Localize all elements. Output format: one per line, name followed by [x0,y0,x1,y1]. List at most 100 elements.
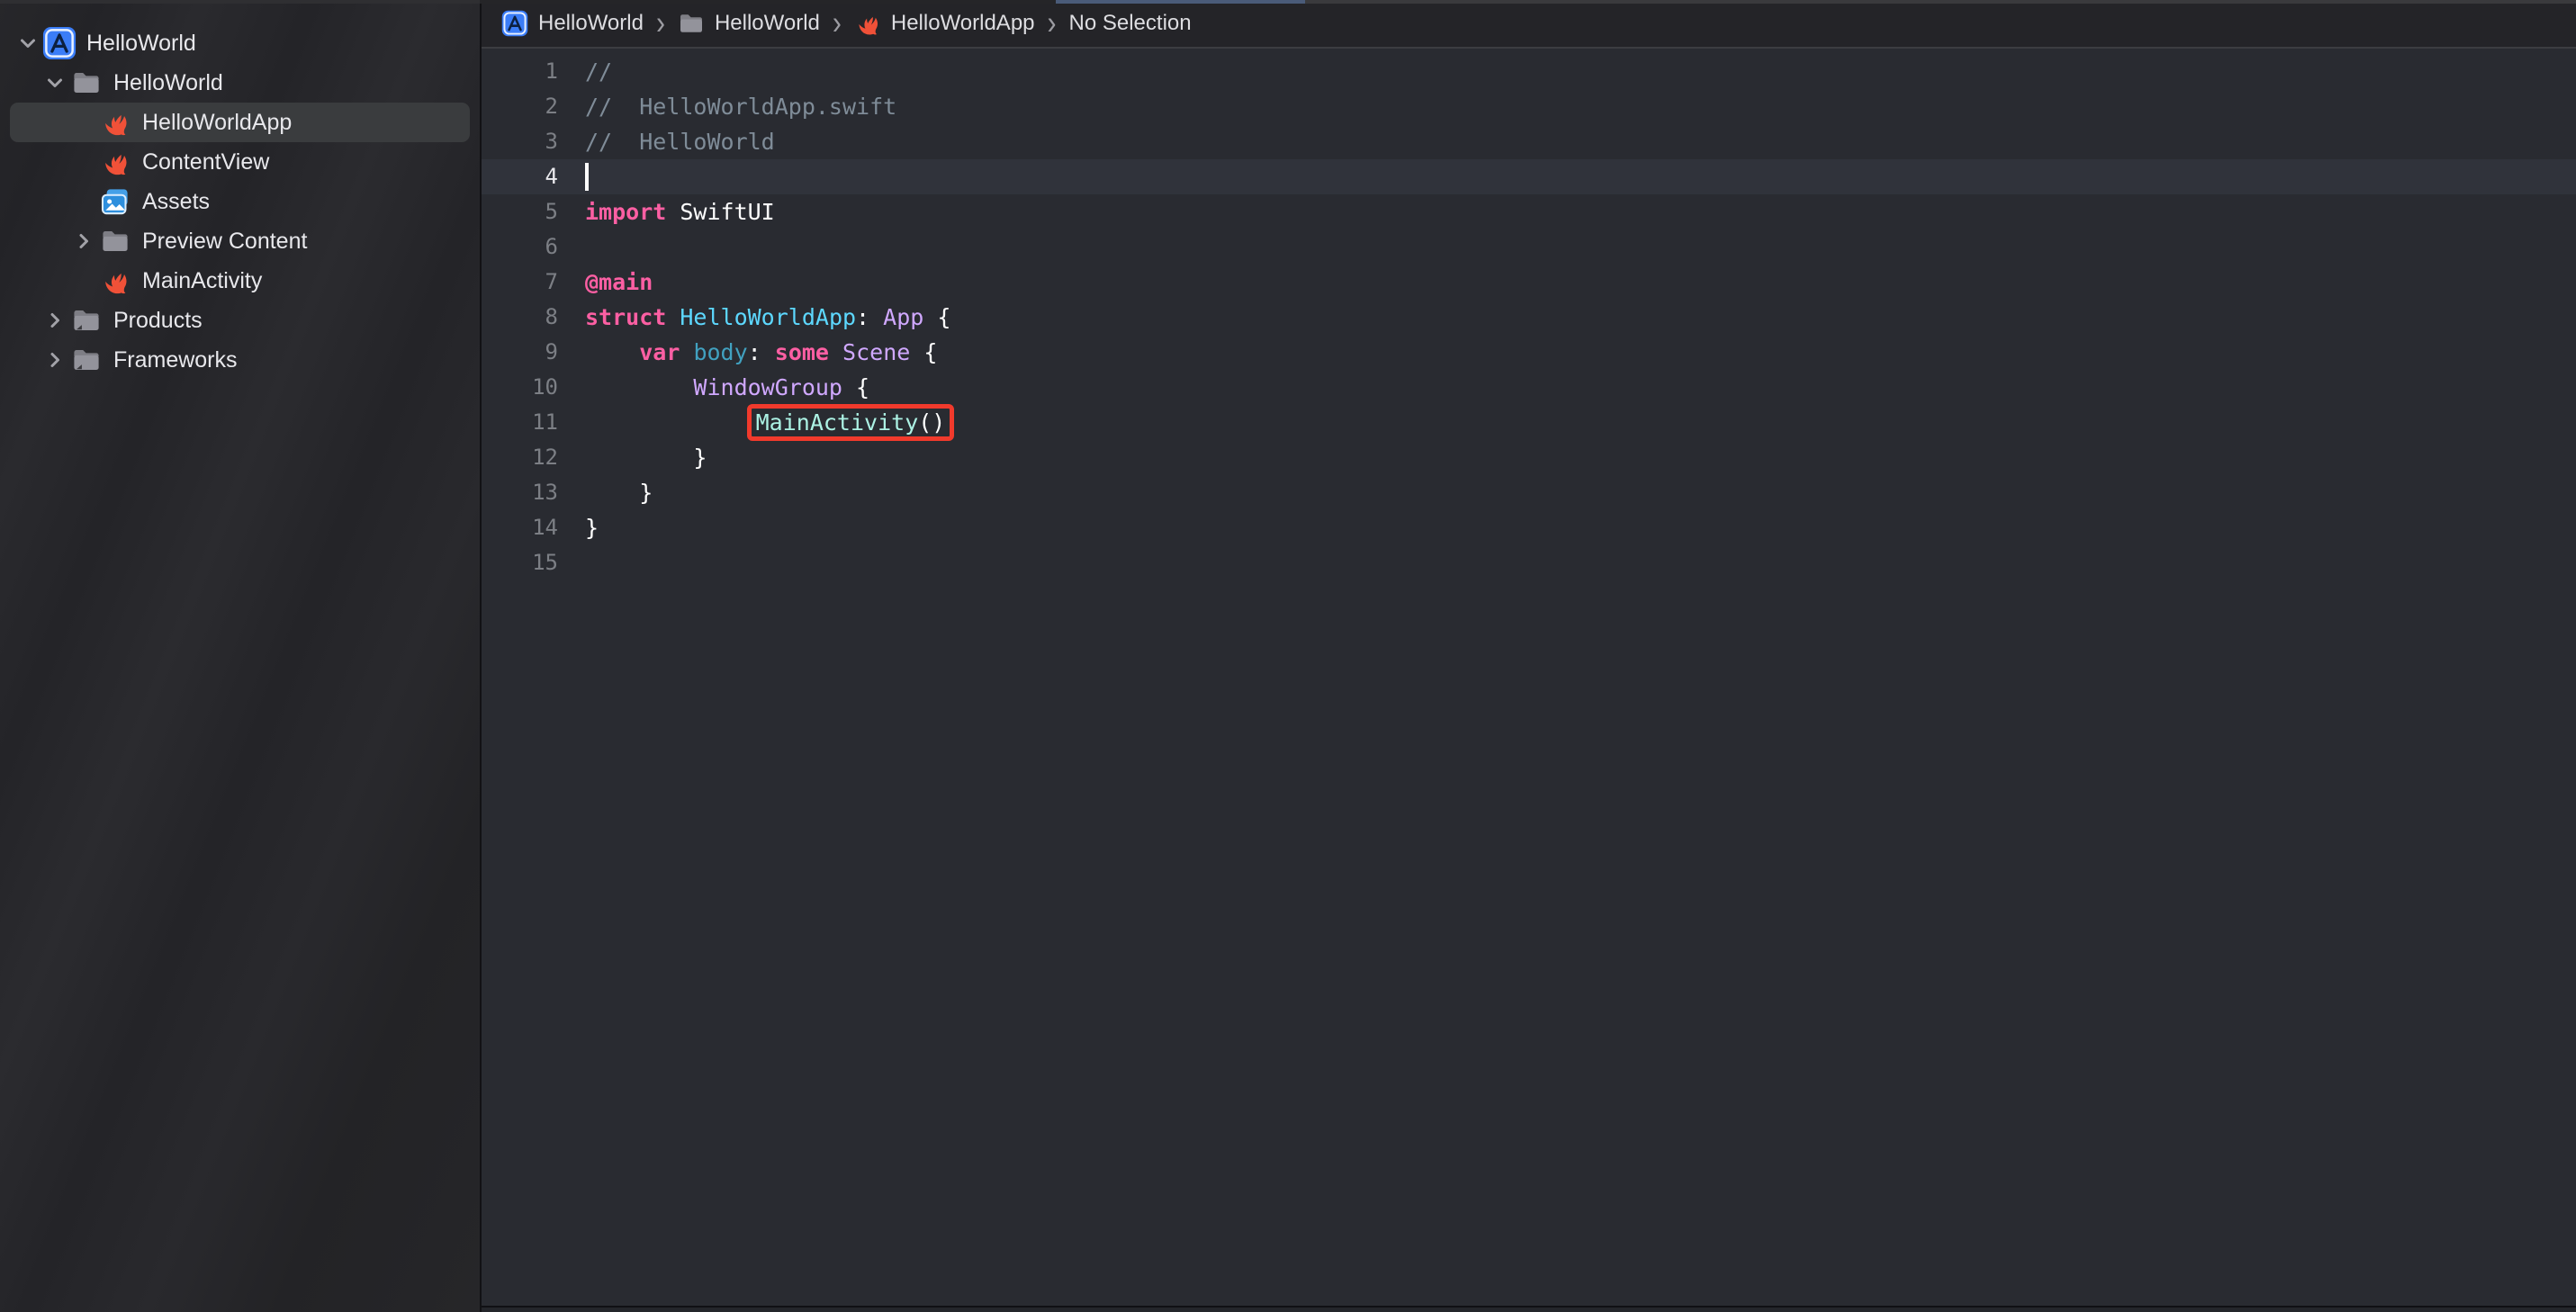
sidebar-item-preview-content[interactable]: Preview Content [10,221,470,261]
sidebar-item-label: Assets [142,189,210,215]
code-content: WindowGroup { [585,370,869,405]
line-number: 15 [482,545,558,580]
token-sdk_type: WindowGroup [693,374,842,400]
sidebar-item-label: ContentView [142,149,269,175]
code-content: } [585,475,653,510]
folder-badge-icon [68,345,104,375]
code-line-11[interactable]: 11 MainActivity() [482,405,2576,440]
chevron-right-icon[interactable] [41,310,68,331]
sidebar-item-assets[interactable]: Assets [10,182,470,221]
token-plain: () [918,409,945,436]
token-comment: // HelloWorldApp.swift [585,94,896,120]
token-plain: { [842,374,869,400]
source-editor[interactable]: 1//2 // HelloWorldApp.swift 3// HelloWorld… [482,49,2576,1312]
project-navigator: HelloWorld HelloWorld HelloWorldApp Cont… [0,0,480,1312]
code-content: import SwiftUI [585,194,775,229]
token-sdk_type: Scene [842,339,910,365]
line-number: 8 [482,300,558,335]
code-line-7[interactable]: 7@main [482,265,2576,300]
token-plain: : [856,304,883,330]
text-cursor [585,163,589,191]
line-number: 6 [482,229,558,265]
code-line-5[interactable]: 5import SwiftUI [482,194,2576,229]
token-sdk_type: App [883,304,923,330]
token-plain [585,374,693,400]
folder-icon [97,226,133,256]
highlight-box: MainActivity() [747,404,955,441]
sidebar-item-products[interactable]: Products [10,301,470,340]
code-content: var body: some Scene { [585,335,937,370]
breadcrumb-separator: › [656,4,665,43]
code-content: } [585,510,599,545]
token-keyword: import [585,199,666,225]
sidebar-item-helloworld[interactable]: HelloWorld [10,63,470,103]
code-content: } [585,440,707,475]
line-number: 1 [482,54,558,89]
token-keyword: @main [585,269,653,295]
line-number: 12 [482,440,558,475]
sidebar-item-label: HelloWorldApp [142,110,292,136]
line-number: 2 [482,89,558,124]
line-number: 13 [482,475,558,510]
sidebar-item-helloworldapp[interactable]: HelloWorldApp [10,103,470,142]
swift-icon [97,147,133,177]
code-line-15[interactable]: 15 [482,545,2576,580]
folder-icon [68,67,104,98]
token-plain: } [585,445,707,471]
code-line-12[interactable]: 12 } [482,440,2576,475]
chevron-right-icon[interactable] [41,349,68,371]
token-plain [829,339,842,365]
top-edge-segment-sidebar-edge [0,0,480,4]
code-line-2[interactable]: 2 // HelloWorldApp.swift [482,89,2576,124]
code-line-6[interactable]: 6 [482,229,2576,265]
code-content: // HelloWorld [585,124,775,159]
token-member_decl: body [693,339,747,365]
code-line-1[interactable]: 1// [482,54,2576,89]
breadcrumb-label: HelloWorld [538,11,644,36]
breadcrumb-item-helloworld[interactable]: HelloWorld [501,10,644,37]
token-plain: SwiftUI [666,199,774,225]
chevron-down-icon[interactable] [41,72,68,94]
line-number: 9 [482,335,558,370]
token-keyword: some [775,339,829,365]
token-plain: } [585,480,653,506]
code-line-13[interactable]: 13 } [482,475,2576,510]
code-line-9[interactable]: 9 var body: some Scene { [482,335,2576,370]
chevron-down-icon[interactable] [14,32,41,54]
top-edge-segment-bar-edge-right [1305,0,2576,4]
code-line-3[interactable]: 3// HelloWorld [482,124,2576,159]
sidebar-item-label: Preview Content [142,229,307,255]
sidebar-item-helloworld[interactable]: HelloWorld [10,23,470,63]
sidebar-item-frameworks[interactable]: Frameworks [10,340,470,380]
line-number: 4 [482,159,558,194]
editor-bottom-edge [482,1306,2576,1312]
sidebar-item-mainactivity[interactable]: MainActivity [10,261,470,301]
breadcrumb-item-no-selection[interactable]: No Selection [1069,11,1192,36]
token-plain: { [910,339,937,365]
sidebar-item-label: Frameworks [113,347,238,373]
breadcrumb-item-helloworldapp[interactable]: HelloWorldApp [854,10,1035,37]
code-content: MainActivity() [585,405,954,440]
code-line-10[interactable]: 10 WindowGroup { [482,370,2576,405]
line-number: 10 [482,370,558,405]
breadcrumb-label: HelloWorld [715,11,820,36]
line-number: 14 [482,510,558,545]
token-plain [585,409,748,436]
sidebar-item-contentview[interactable]: ContentView [10,142,470,182]
code-content [585,159,589,194]
token-project_class: MainActivity [756,409,919,436]
code-line-8[interactable]: 8 struct HelloWorldApp: App { [482,300,2576,335]
token-plain [680,339,693,365]
breadcrumb-item-helloworld[interactable]: HelloWorld [678,10,820,37]
editor-pane: HelloWorld› HelloWorld› HelloWorldApp›No… [482,0,2576,1312]
token-plain [585,339,639,365]
chevron-right-icon[interactable] [70,230,97,252]
code-content: struct HelloWorldApp: App { [585,300,950,335]
xcode-project-icon [41,26,77,60]
top-edge-segment-bar-edge-left [480,0,1056,4]
code-line-14[interactable]: 14} [482,510,2576,545]
code-line-4[interactable]: 4 [482,159,2576,194]
token-keyword: struct [585,304,666,330]
jump-bar: HelloWorld› HelloWorld› HelloWorldApp›No… [482,0,2576,49]
token-plain: : [748,339,775,365]
